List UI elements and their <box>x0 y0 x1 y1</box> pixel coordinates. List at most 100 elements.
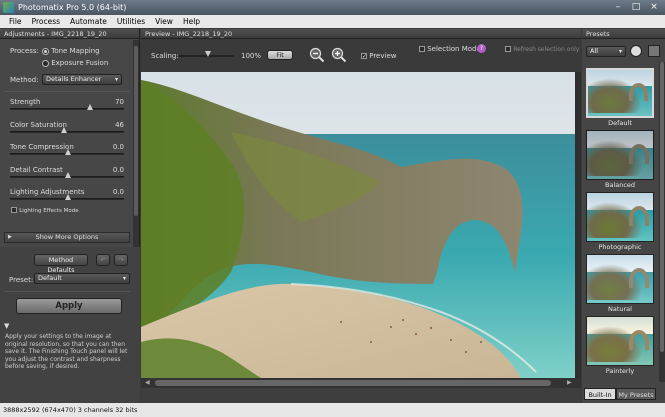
preset-thumbnail[interactable] <box>586 130 654 180</box>
method-defaults-button[interactable]: Method Defaults <box>34 254 88 274</box>
help-icon[interactable]: ? <box>477 44 486 53</box>
lighting-effects-label: Lighting Effects Mode <box>19 208 79 214</box>
lighting-effects-checkbox[interactable] <box>11 207 17 213</box>
preview-hscrollbar[interactable]: ◀ ▶ <box>141 378 581 388</box>
scaling-label: Scaling: <box>151 52 179 60</box>
selective-checkbox[interactable] <box>505 46 511 52</box>
fit-button[interactable]: Fit <box>267 50 293 60</box>
hscroll-thumb[interactable] <box>155 380 551 386</box>
slider-thumb[interactable] <box>65 194 71 200</box>
preview-checkbox[interactable] <box>361 53 367 59</box>
menu-file[interactable]: File <box>4 15 27 28</box>
maximize-button[interactable]: □ <box>630 2 642 13</box>
scroll-left-icon[interactable]: ◀ <box>145 379 150 386</box>
presets-scrollbar[interactable] <box>659 62 665 382</box>
exposure-fusion-label: Exposure Fusion <box>51 59 109 67</box>
slider-value: 46 <box>115 120 124 129</box>
tone-mapping-label: Tone Mapping <box>51 47 100 55</box>
divider <box>4 91 130 92</box>
collapse-triangle-icon[interactable]: ▼ <box>4 322 9 330</box>
selection-mode-checkbox[interactable] <box>419 46 425 52</box>
slider-track[interactable] <box>10 108 124 110</box>
preset-label: Default <box>608 119 632 127</box>
slider-thumb[interactable] <box>60 126 67 133</box>
redo-button[interactable]: ↷ <box>114 254 128 266</box>
menu-view[interactable]: View <box>150 15 178 28</box>
preset-label: Preset: <box>9 276 34 284</box>
slider-thumb[interactable] <box>65 171 71 178</box>
selection-mode-label: Selection Mode <box>427 45 481 53</box>
preset-value: Default <box>38 274 62 282</box>
zoom-out-icon[interactable] <box>309 47 325 63</box>
selective-label: Refresh selection only <box>513 46 580 53</box>
slider-track[interactable] <box>10 130 124 133</box>
show-more-label: Show More Options <box>35 233 99 241</box>
slider-thumb[interactable] <box>87 104 93 110</box>
presets-scroll-thumb[interactable] <box>660 62 664 352</box>
process-exposure-fusion[interactable]: Exposure Fusion <box>42 59 108 67</box>
preset-thumbnail[interactable] <box>586 254 654 304</box>
menu-automate[interactable]: Automate <box>65 15 112 28</box>
tone-mapping-radio[interactable] <box>42 47 49 55</box>
status-bar: 3888x2592 (674x470) 3 channels 32 bits <box>0 403 665 417</box>
slider-row: Detail Contrast 0.0 <box>10 166 124 189</box>
preset-label: Balanced <box>604 181 636 189</box>
scrollbar-thumb[interactable] <box>134 46 138 216</box>
slider-row: Tone Compression 0.0 <box>10 143 124 166</box>
preset-options-icon[interactable] <box>630 45 642 57</box>
title-bar: Photomatix Pro 5.0 (64-bit) – □ × <box>0 0 665 15</box>
slider-label: Detail Contrast <box>10 165 63 174</box>
preset-thumbnail[interactable] <box>586 68 654 118</box>
minimize-button[interactable]: – <box>612 2 624 13</box>
adjustments-panel: Adjustments - IMG_2218_19_20 Process: To… <box>0 29 140 403</box>
divider <box>4 291 130 292</box>
adjustments-scrollbar[interactable] <box>133 40 139 270</box>
preset-label: Photographic <box>598 243 642 251</box>
tab-built-in[interactable]: Built-In <box>584 388 616 400</box>
menu-help[interactable]: Help <box>178 15 205 28</box>
chevron-down-icon: ▾ <box>114 76 118 83</box>
preview-image[interactable] <box>141 72 575 378</box>
window-title: Photomatix Pro 5.0 (64-bit) <box>18 3 127 12</box>
close-button[interactable]: × <box>648 2 660 13</box>
undo-button[interactable]: ↶ <box>96 254 110 266</box>
slider-row: Strength 70 <box>10 98 124 121</box>
preview-toolbar: Scaling: 100% Fit Preview Selection Mode… <box>141 39 581 72</box>
menu-bar: File Process Automate Utilities View Help <box>0 15 665 28</box>
preset-thumbnail[interactable] <box>586 192 654 242</box>
preview-vscrollbar[interactable] <box>575 72 581 378</box>
chevron-down-icon: ▾ <box>618 48 622 55</box>
presets-panel: Presets All ▾ Default Balanced Photographi… <box>582 29 665 403</box>
scaling-thumb[interactable] <box>205 51 211 57</box>
slider-label: Color Saturation <box>10 120 67 129</box>
menu-utilities[interactable]: Utilities <box>112 15 150 28</box>
preset-select[interactable]: Default ▾ <box>34 273 130 284</box>
method-select[interactable]: Details Enhancer ▾ <box>42 74 122 85</box>
grid-view-icon[interactable] <box>648 45 660 57</box>
triangle-right-icon: ▶ <box>8 234 12 240</box>
preset-label: Natural <box>608 305 632 313</box>
menu-process[interactable]: Process <box>27 15 65 28</box>
lighting-effects-mode[interactable]: Lighting Effects Mode <box>11 206 79 214</box>
process-label: Process: <box>10 47 39 55</box>
slider-value: 0.0 <box>112 143 124 151</box>
preset-thumbnail[interactable] <box>586 316 654 366</box>
slider-thumb[interactable] <box>65 149 71 155</box>
preview-panel: Preview - IMG_2218_19_20 Scaling: 100% F… <box>141 29 581 403</box>
preview-toggle[interactable]: Preview <box>361 52 396 60</box>
slider-value: 70 <box>115 98 124 106</box>
zoom-in-icon[interactable] <box>331 47 347 63</box>
adjustments-header: Adjustments - IMG_2218_19_20 <box>0 29 139 39</box>
process-tone-mapping[interactable]: Tone Mapping <box>42 47 100 55</box>
selective-toggle[interactable]: Refresh selection only <box>505 45 579 53</box>
slider-row: Color Saturation 46 <box>10 121 124 144</box>
method-value: Details Enhancer <box>46 75 102 83</box>
apply-button[interactable]: Apply <box>16 298 122 314</box>
exposure-fusion-radio[interactable] <box>42 59 49 67</box>
tab-my-presets[interactable]: My Presets <box>616 388 656 400</box>
scaling-slider[interactable] <box>179 51 234 57</box>
show-more-options-button[interactable]: ▶ Show More Options <box>4 232 130 243</box>
selection-mode-toggle[interactable]: Selection Mode <box>419 45 481 53</box>
presets-filter-select[interactable]: All ▾ <box>586 46 626 57</box>
scroll-right-icon[interactable]: ▶ <box>567 379 572 386</box>
